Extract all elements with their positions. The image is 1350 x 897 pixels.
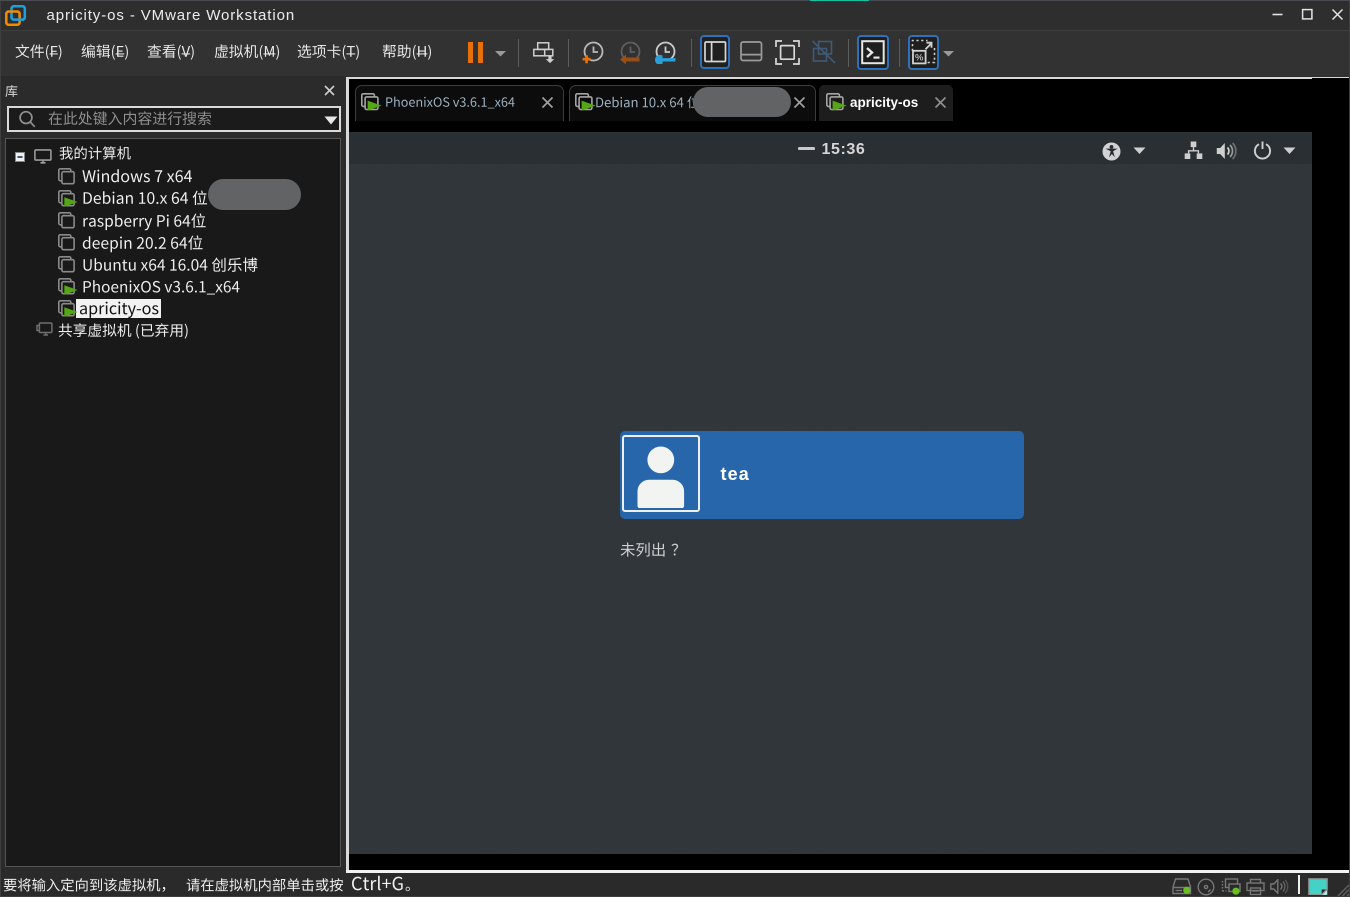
svg-text:%: % xyxy=(915,53,924,64)
